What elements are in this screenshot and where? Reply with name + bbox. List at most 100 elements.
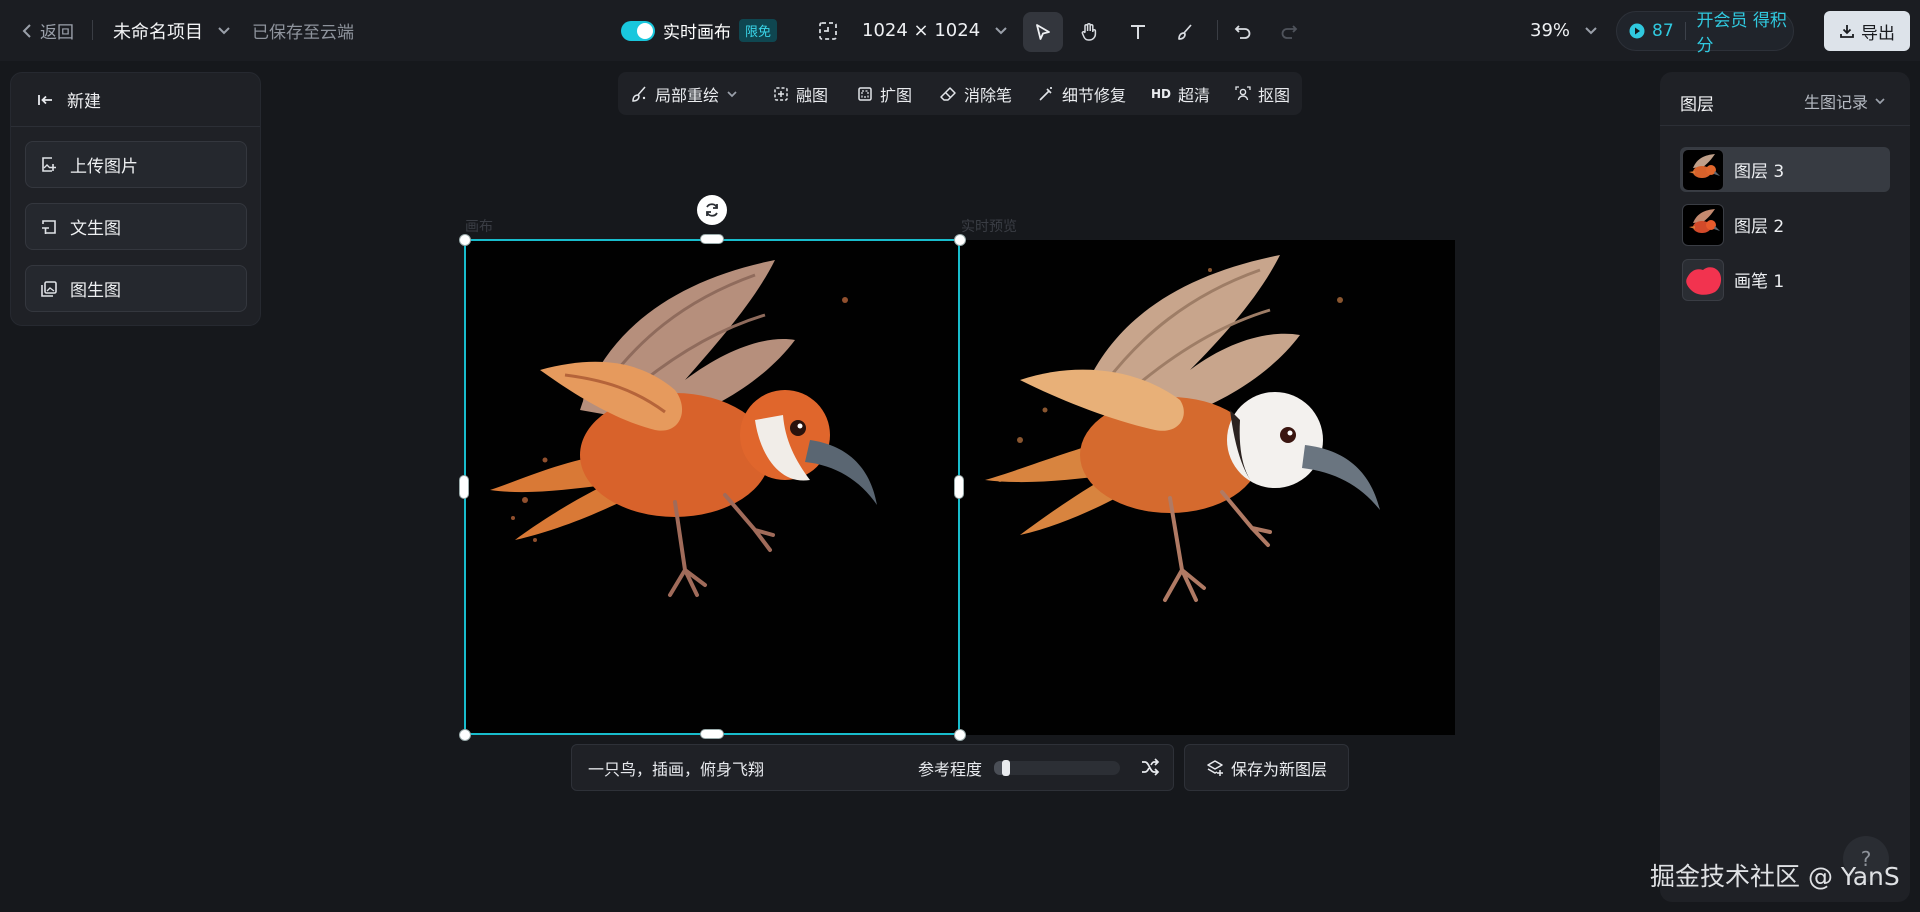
chevron-down-icon <box>1584 26 1598 36</box>
credit-count: 87 <box>1652 21 1674 41</box>
generation-history-dropdown[interactable]: 生图记录 <box>1804 89 1886 113</box>
text-tool[interactable] <box>1118 12 1158 52</box>
redo-button[interactable] <box>1269 12 1309 52</box>
preview-label: 实时预览 <box>961 219 1017 235</box>
brush-icon <box>1175 22 1195 42</box>
divider <box>1660 125 1910 126</box>
project-name-dropdown[interactable]: 未命名项目 <box>113 0 231 61</box>
upload-image-label: 上传图片 <box>70 157 138 177</box>
upload-image-icon <box>40 156 58 174</box>
detail-fix-label: 细节修复 <box>1062 85 1127 105</box>
resize-handle-left[interactable] <box>459 475 469 499</box>
top-bar: 返回 未命名项目 已保存至云端 实时画布 限免 1024 × 1024 39% … <box>0 0 1920 61</box>
cutout-button[interactable]: 抠图 <box>1235 72 1290 115</box>
hand-tool[interactable] <box>1069 12 1109 52</box>
layer-thumbnail <box>1682 258 1724 301</box>
credits-pill[interactable]: 87 开会员 得积分 <box>1616 11 1794 56</box>
layer-name: 图层 3 <box>1734 162 1785 182</box>
membership-link[interactable]: 开会员 得积分 <box>1697 6 1793 56</box>
save-as-new-layer-label: 保存为新图层 <box>1230 759 1327 779</box>
inpaint-label: 局部重绘 <box>655 85 720 105</box>
image-to-image-label: 图生图 <box>70 281 121 301</box>
text-to-image-label: 文生图 <box>70 219 121 239</box>
undo-button[interactable] <box>1223 12 1263 52</box>
canvas-size-dropdown[interactable]: 1024 × 1024 <box>862 0 1008 61</box>
eraser-icon <box>939 86 957 102</box>
layer-name: 图层 2 <box>1734 217 1785 237</box>
chevron-down-icon <box>726 90 738 98</box>
image-to-image-button[interactable]: 图生图 <box>25 265 247 312</box>
canvas-label: 画布 <box>465 219 493 235</box>
canvas-size: 1024 × 1024 <box>862 20 981 41</box>
resize-handle-bottom[interactable] <box>700 729 724 739</box>
bird-preview-illustration <box>985 255 1380 602</box>
selection-frame[interactable] <box>464 239 960 735</box>
save-as-new-layer-button[interactable]: 保存为新图层 <box>1184 744 1349 791</box>
blend-label: 融图 <box>796 85 829 105</box>
divider <box>92 20 93 40</box>
live-preview-image <box>960 240 1455 735</box>
layer-thumbnail <box>1682 203 1724 246</box>
shuffle-button[interactable] <box>1140 757 1160 777</box>
text-icon <box>1129 23 1147 41</box>
blend-button[interactable]: 融图 <box>773 72 828 115</box>
new-button[interactable]: 新建 <box>11 73 260 127</box>
layers-title: 图层 <box>1680 95 1714 115</box>
export-label: 导出 <box>1861 23 1895 44</box>
outpaint-icon <box>857 86 873 102</box>
chevron-down-icon <box>994 26 1008 36</box>
resize-handle-top-left[interactable] <box>459 234 471 246</box>
brush-tool[interactable] <box>1165 12 1205 52</box>
eraser-label: 消除笔 <box>964 85 1013 105</box>
resize-handle-top[interactable] <box>700 234 724 244</box>
layers-panel: 图层 生图记录 图层 3 图层 2 画笔 1 <box>1660 72 1910 902</box>
save-status: 已保存至云端 <box>252 23 354 43</box>
download-icon <box>1839 23 1855 39</box>
hand-icon <box>1079 22 1099 42</box>
live-canvas-toggle[interactable]: 实时画布 限免 <box>621 0 778 61</box>
resize-handle-top-right[interactable] <box>954 234 966 246</box>
text-to-image-icon <box>40 218 58 236</box>
live-canvas-label: 实时画布 <box>663 23 731 43</box>
rotate-icon <box>703 201 721 219</box>
prompt-input[interactable]: 一只鸟，插画，俯身飞翔 <box>588 745 764 790</box>
select-icon <box>1034 23 1052 41</box>
redo-icon <box>1279 22 1299 42</box>
outpaint-label: 扩图 <box>880 85 913 105</box>
cutout-person-icon <box>1235 85 1251 102</box>
layer-item-3[interactable]: 图层 3 <box>1680 147 1890 192</box>
zoom-dropdown[interactable]: 39% <box>1530 0 1598 61</box>
reference-slider[interactable] <box>994 760 1120 776</box>
rotate-handle[interactable] <box>697 195 727 225</box>
resize-handle-bottom-right[interactable] <box>954 729 966 741</box>
upscale-label: 超清 <box>1178 85 1211 105</box>
text-to-image-button[interactable]: 文生图 <box>25 203 247 250</box>
toggle-switch[interactable] <box>621 20 655 41</box>
layer-item-2[interactable]: 图层 2 <box>1680 202 1890 247</box>
back-button[interactable]: 返回 <box>22 0 74 61</box>
arrow-left-icon <box>37 92 55 108</box>
resize-handle-bottom-left[interactable] <box>459 729 471 741</box>
reference-slider-knob[interactable] <box>1002 760 1010 776</box>
chevron-down-icon <box>1874 97 1886 105</box>
chevron-left-icon <box>22 23 32 39</box>
select-tool[interactable] <box>1023 12 1063 52</box>
layer-thumbnail <box>1682 148 1724 191</box>
new-label: 新建 <box>67 92 101 112</box>
eraser-button[interactable]: 消除笔 <box>939 72 1012 115</box>
watermark: 掘金技术社区 @ YanS <box>1650 862 1900 891</box>
upscale-button[interactable]: HD 超清 <box>1151 72 1210 115</box>
free-badge: 限免 <box>739 19 778 42</box>
hd-icon: HD <box>1151 86 1172 101</box>
brush-layer-item-1[interactable]: 画笔 1 <box>1680 257 1890 302</box>
left-panel: 新建 上传图片 文生图 图生图 <box>10 72 261 326</box>
detail-fix-button[interactable]: 细节修复 <box>1037 72 1126 115</box>
layer-name: 画笔 1 <box>1734 272 1785 292</box>
magic-wand-icon <box>1037 85 1055 103</box>
inpaint-dropdown[interactable]: 局部重绘 <box>630 72 738 115</box>
export-button[interactable]: 导出 <box>1824 11 1910 51</box>
resize-icon[interactable] <box>818 0 838 61</box>
upload-image-button[interactable]: 上传图片 <box>25 141 247 188</box>
resize-handle-right[interactable] <box>954 475 964 499</box>
outpaint-button[interactable]: 扩图 <box>857 72 912 115</box>
